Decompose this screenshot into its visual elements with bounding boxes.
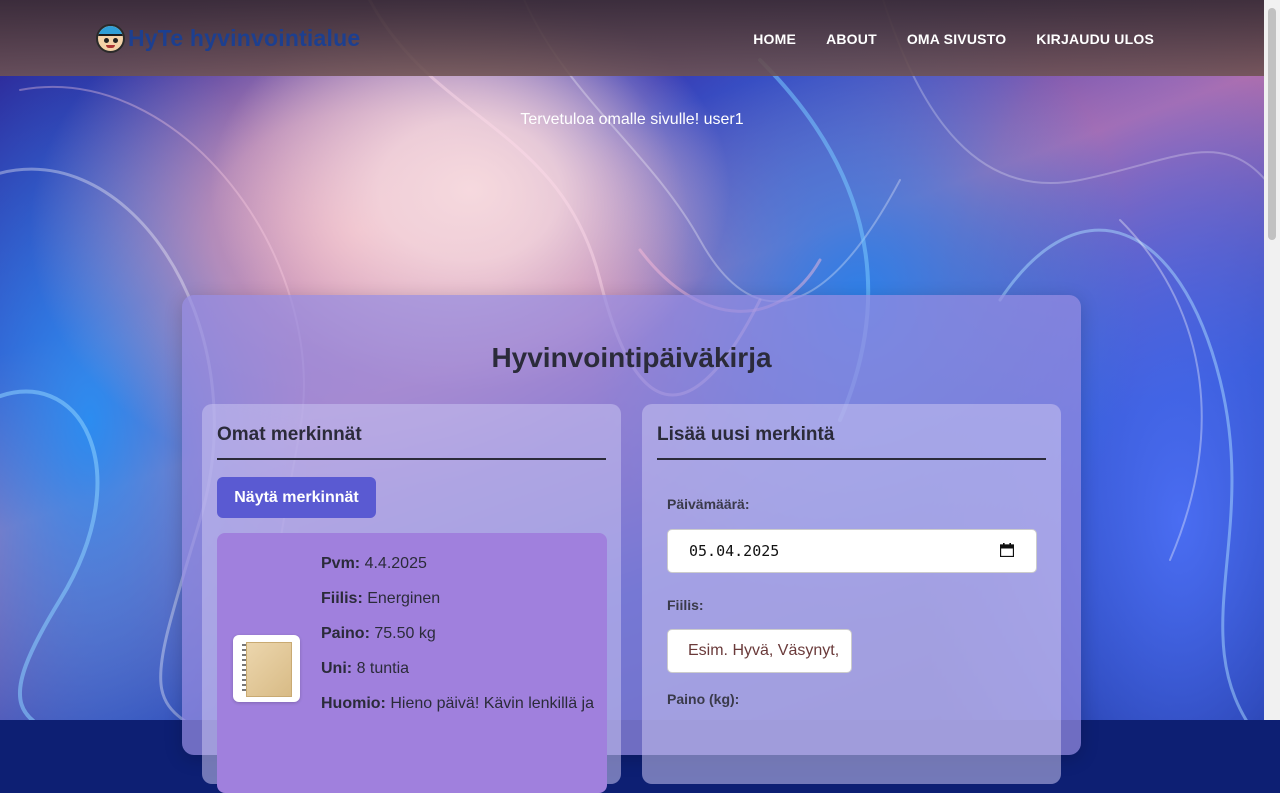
entry-field-date: Pvm: 4.4.2025 [321,555,427,572]
show-entries-button[interactable]: Näytä merkinnät [217,477,376,518]
date-input[interactable]: 05.04.2025 [667,529,1037,573]
diary-card: Hyvinvointipäiväkirja Omat merkinnät Näy… [182,295,1081,793]
calendar-icon[interactable] [1000,543,1014,557]
main-nav: HOME ABOUT OMA SIVUSTO KIRJAUDU ULOS [753,31,1154,47]
entry-field-weight: Paino: 75.50 kg [321,625,436,642]
nav-home[interactable]: HOME [753,31,796,47]
page-scrollbar[interactable] [1264,0,1280,720]
welcome-message: Tervetuloa omalle sivulle! user1 [520,111,744,128]
scrollbar-thumb[interactable] [1268,8,1276,240]
mood-label: Fiilis: [667,597,704,613]
entry-field-mood: Fiilis: Energinen [321,590,441,607]
mood-input[interactable]: Esim. Hyvä, Väsynyt, [667,629,852,673]
mascot-icon [96,23,125,53]
date-label: Päivämäärä: [667,496,750,512]
entry-field-notes: Huomio: Hieno päivä! Kävin lenkillä ja [321,695,594,712]
entry-fields: Pvm: 4.4.2025 Fiilis: Energinen Paino: 7… [321,555,594,730]
mood-placeholder: Esim. Hyvä, Väsynyt, [688,642,840,659]
entries-panel: Omat merkinnät Näytä merkinnät Pvm: 4.4.… [202,404,621,793]
new-entry-panel: Lisää uusi merkintä Päivämäärä: 05.04.20… [642,404,1061,784]
new-entry-heading: Lisää uusi merkintä [657,424,1046,460]
site-logo[interactable]: HyTe hyvinvointialue [96,22,360,54]
weight-label: Paino (kg): [667,691,740,707]
logo-text[interactable]: HyTe hyvinvointialue [128,25,360,52]
nav-about[interactable]: ABOUT [826,31,877,47]
diary-entry-card: Pvm: 4.4.2025 Fiilis: Energinen Paino: 7… [217,533,607,793]
top-navbar: HyTe hyvinvointialue HOME ABOUT OMA SIVU… [0,0,1264,76]
entry-field-sleep: Uni: 8 tuntia [321,660,410,677]
notebook-icon [233,635,300,702]
nav-logout[interactable]: KIRJAUDU ULOS [1036,31,1154,47]
page-title: Hyvinvointipäiväkirja [491,342,772,373]
entries-heading: Omat merkinnät [217,424,606,460]
nav-oma-sivusto[interactable]: OMA SIVUSTO [907,31,1006,47]
date-value: 05.04.2025 [689,542,780,560]
